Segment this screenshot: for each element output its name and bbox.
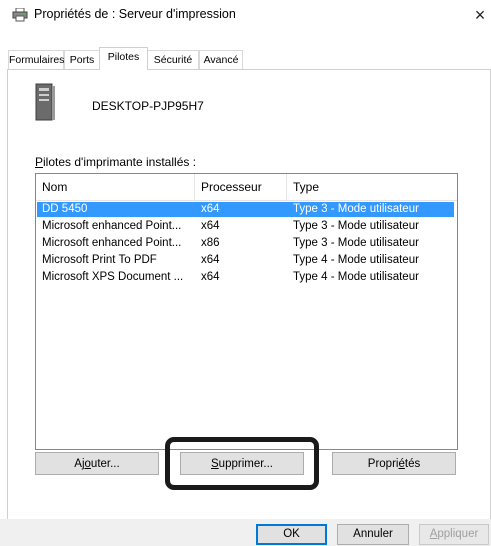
- properties-button-text: Propri: [367, 458, 399, 470]
- column-header-processeur[interactable]: Processeur: [195, 174, 287, 200]
- table-row[interactable]: Microsoft enhanced Point... x86 Type 3 -…: [37, 236, 454, 251]
- tab-avance[interactable]: Avancé: [199, 50, 243, 69]
- tab-pilotes[interactable]: Pilotes: [99, 47, 148, 70]
- table-row[interactable]: Microsoft enhanced Point... x64 Type 3 -…: [37, 219, 454, 234]
- drivers-label-text: ilotes d'imprimante installés :: [43, 155, 197, 169]
- apply-button-text: ppliquer: [437, 528, 479, 540]
- close-button[interactable]: ×: [470, 2, 490, 28]
- driver-type: Type 4 - Mode utilisateur: [293, 271, 419, 283]
- window-title: Propriétés de : Serveur d'impression: [34, 7, 236, 21]
- drivers-label: Pilotes d'imprimante installés :: [35, 155, 196, 169]
- tab-ports[interactable]: Ports: [64, 50, 100, 69]
- tab-formulaires[interactable]: Formulaires: [8, 50, 64, 69]
- column-header-nom[interactable]: Nom: [36, 174, 195, 200]
- driver-name: Microsoft enhanced Point...: [42, 220, 182, 232]
- driver-name: Microsoft enhanced Point...: [42, 237, 182, 249]
- drivers-label-accel: P: [35, 155, 44, 169]
- ok-button[interactable]: OK: [256, 524, 327, 545]
- driver-name: DD 5450: [42, 203, 88, 215]
- add-button-text-rest: uter...: [90, 458, 120, 470]
- highlight-frame: [165, 437, 319, 490]
- cancel-button[interactable]: Annuler: [337, 524, 409, 545]
- properties-dialog: Propriétés de : Serveur d'impression × F…: [0, 0, 491, 546]
- driver-type: Type 3 - Mode utilisateur: [293, 220, 419, 232]
- server-name: DESKTOP-PJP95H7: [92, 99, 204, 113]
- tab-securite[interactable]: Sécurité: [147, 50, 199, 69]
- list-header: Nom Processeur Type: [36, 174, 457, 201]
- driver-name: Microsoft Print To PDF: [42, 254, 157, 266]
- properties-button[interactable]: Propriétés: [332, 452, 456, 475]
- driver-processor: x64: [201, 271, 220, 283]
- add-button[interactable]: Ajouter...: [35, 452, 159, 475]
- printer-icon: [12, 8, 28, 22]
- driver-processor: x64: [201, 220, 220, 232]
- driver-processor: x64: [201, 203, 220, 215]
- driver-processor: x86: [201, 237, 220, 249]
- column-header-type[interactable]: Type: [287, 174, 457, 200]
- driver-type: Type 3 - Mode utilisateur: [293, 203, 419, 215]
- driver-processor: x64: [201, 254, 220, 266]
- driver-type: Type 3 - Mode utilisateur: [293, 237, 419, 249]
- table-row[interactable]: Microsoft XPS Document ... x64 Type 4 - …: [37, 270, 454, 285]
- properties-button-text-rest: tés: [404, 458, 421, 470]
- table-row[interactable]: DD 5450 x64 Type 3 - Mode utilisateur: [37, 202, 454, 217]
- driver-name: Microsoft XPS Document ...: [42, 271, 184, 283]
- drivers-list[interactable]: Nom Processeur Type DD 5450 x64 Type 3 -…: [35, 173, 458, 450]
- driver-type: Type 4 - Mode utilisateur: [293, 254, 419, 266]
- server-icon: [35, 83, 55, 121]
- title-bar: Propriétés de : Serveur d'impression ×: [0, 0, 491, 30]
- add-button-text: Aj: [74, 458, 85, 470]
- table-row[interactable]: Microsoft Print To PDF x64 Type 4 - Mode…: [37, 253, 454, 268]
- apply-button: Appliquer: [419, 524, 489, 545]
- dialog-footer: [0, 519, 491, 546]
